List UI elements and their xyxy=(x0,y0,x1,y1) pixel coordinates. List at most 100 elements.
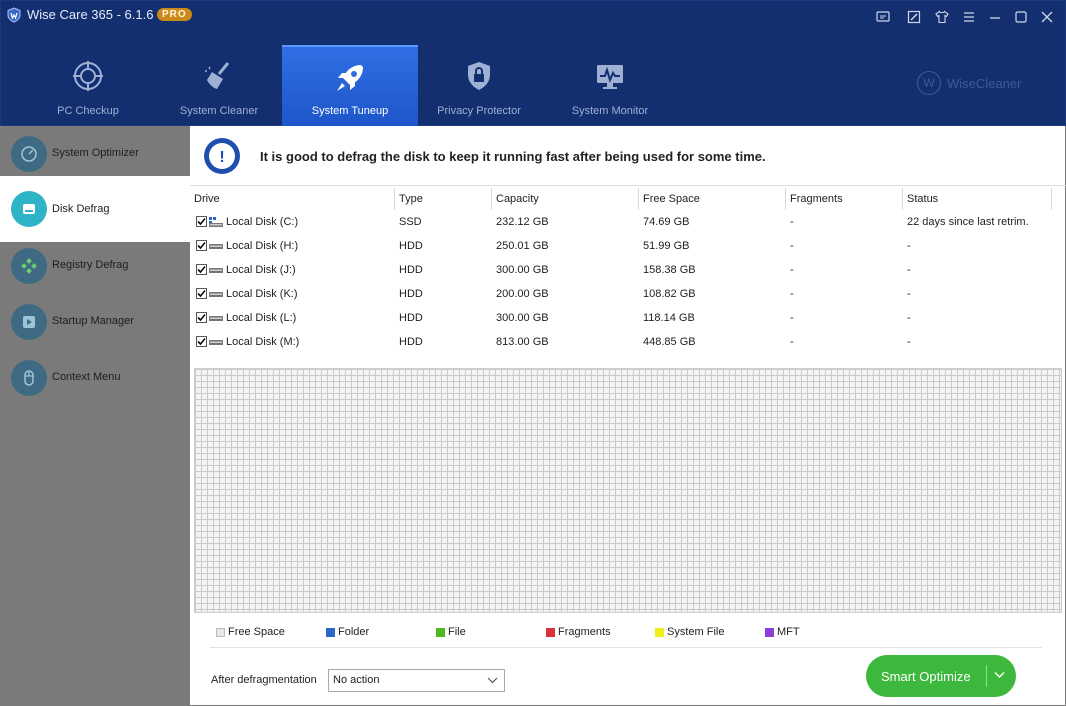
cell-free-space: 74.69 GB xyxy=(643,216,690,228)
legend-label: File xyxy=(448,626,466,638)
legend-label: Folder xyxy=(338,626,370,638)
wisecleaner-logo: W xyxy=(917,71,941,95)
drive-checkbox[interactable] xyxy=(196,240,207,251)
main-nav: PC Checkup System Cleaner System Tuneup … xyxy=(1,45,701,127)
legend-mft: MFT xyxy=(765,626,800,638)
sidebar-item-label: Startup Manager xyxy=(52,315,134,327)
close-icon[interactable] xyxy=(1039,9,1055,25)
cell-free-space: 51.99 GB xyxy=(643,240,690,252)
pro-badge: PRO xyxy=(157,8,192,21)
title-bar[interactable]: Wise Care 365 - 6.1.6 PRO xyxy=(1,1,1065,31)
cell-drive: Local Disk (L:) xyxy=(226,312,297,324)
cell-drive: Local Disk (J:) xyxy=(226,264,296,276)
cell-type: HDD xyxy=(399,336,423,348)
disk-icon xyxy=(209,340,223,345)
info-icon-mark: ! xyxy=(219,149,224,166)
legend-label: Fragments xyxy=(558,626,611,638)
tab-label: PC Checkup xyxy=(57,105,119,117)
disk-icon xyxy=(209,244,223,249)
after-defrag-label: After defragmentation xyxy=(211,674,317,686)
column-header-type[interactable]: Type xyxy=(395,188,492,210)
divider xyxy=(210,647,1042,648)
tab-label: System Tuneup xyxy=(311,105,389,117)
column-header-capacity[interactable]: Capacity xyxy=(492,188,639,210)
cell-fragments: - xyxy=(790,288,794,300)
info-message: It is good to defrag the disk to keep it… xyxy=(260,149,766,164)
table-row[interactable]: Local Disk (C:) SSD 232.12 GB 74.69 GB - 22 d… xyxy=(190,210,1056,234)
lock-shield-icon xyxy=(468,62,490,90)
drive-checkbox[interactable] xyxy=(196,264,207,275)
drive-checkbox[interactable] xyxy=(196,288,207,299)
tab-label: System Monitor xyxy=(571,105,649,117)
tab-system-monitor[interactable]: System Monitor xyxy=(542,45,678,127)
tab-label: System Cleaner xyxy=(179,105,259,117)
cell-fragments: - xyxy=(790,216,794,228)
cell-capacity: 250.01 GB xyxy=(496,240,549,252)
legend: Free Space Folder File Fragments System … xyxy=(216,626,1036,640)
tab-system-tuneup[interactable]: System Tuneup xyxy=(282,45,418,127)
cell-drive: Local Disk (K:) xyxy=(226,288,298,300)
legend-swatch xyxy=(436,627,445,637)
legend-file: File xyxy=(436,626,466,638)
drive-checkbox[interactable] xyxy=(196,312,207,323)
sidebar-item-label: Registry Defrag xyxy=(52,259,129,271)
button-divider xyxy=(986,665,987,687)
sidebar-item-context-menu[interactable]: Context Menu xyxy=(0,350,190,406)
tab-system-cleaner[interactable]: System Cleaner xyxy=(151,45,287,127)
sidebar-item-startup-manager[interactable]: Startup Manager xyxy=(0,294,190,350)
cell-free-space: 118.14 GB xyxy=(643,312,695,324)
cell-status: - xyxy=(907,312,911,324)
menu-icon[interactable] xyxy=(961,9,977,25)
drive-checkbox[interactable] xyxy=(196,336,207,347)
disk-icon xyxy=(209,268,223,273)
top-bar: Wise Care 365 - 6.1.6 PRO PC Checkup Sys… xyxy=(0,0,1066,127)
maximize-icon[interactable] xyxy=(1013,9,1029,25)
cell-free-space: 158.38 GB xyxy=(643,264,696,276)
speedometer-icon xyxy=(11,136,47,172)
table-row[interactable]: Local Disk (K:) HDD 200.00 GB 108.82 GB - - xyxy=(190,282,1056,306)
play-icon xyxy=(11,304,47,340)
after-defrag-select[interactable]: No action xyxy=(328,669,505,692)
cell-type: SSD xyxy=(399,216,422,228)
smart-optimize-button[interactable]: Smart Optimize xyxy=(866,655,1016,697)
sidebar-item-label: Disk Defrag xyxy=(52,203,110,215)
sidebar-item-disk-defrag[interactable]: Disk Defrag xyxy=(0,176,190,242)
table-row[interactable]: Local Disk (J:) HDD 300.00 GB 158.38 GB - - xyxy=(190,258,1056,282)
legend-swatch xyxy=(546,627,555,637)
legend-label: System File xyxy=(667,626,725,638)
chevron-down-icon[interactable] xyxy=(994,671,1005,679)
tab-privacy-protector[interactable]: Privacy Protector xyxy=(411,45,547,127)
app-logo-icon xyxy=(7,7,21,23)
skin-icon[interactable] xyxy=(906,9,922,25)
tab-pc-checkup[interactable]: PC Checkup xyxy=(20,45,156,127)
sidebar-item-registry-defrag[interactable]: Registry Defrag xyxy=(0,238,190,294)
column-header-status[interactable]: Status xyxy=(903,188,1052,210)
cell-fragments: - xyxy=(790,312,794,324)
table-row[interactable]: Local Disk (M:) HDD 813.00 GB 448.85 GB - - xyxy=(190,330,1056,354)
mouse-icon xyxy=(11,360,47,396)
cell-capacity: 232.12 GB xyxy=(496,216,549,228)
feedback-icon[interactable] xyxy=(875,9,891,25)
cell-fragments: - xyxy=(790,240,794,252)
rocket-icon xyxy=(337,65,363,91)
table-row[interactable]: Local Disk (H:) HDD 250.01 GB 51.99 GB - - xyxy=(190,234,1056,258)
cell-drive: Local Disk (M:) xyxy=(226,336,300,348)
legend-system-file: System File xyxy=(655,626,724,638)
shirt-icon[interactable] xyxy=(934,9,950,25)
column-header-fragments[interactable]: Fragments xyxy=(786,188,903,210)
table-row[interactable]: Local Disk (L:) HDD 300.00 GB 118.14 GB - - xyxy=(190,306,1056,330)
column-header-free-space[interactable]: Free Space xyxy=(639,188,786,210)
tab-label: Privacy Protector xyxy=(437,105,521,117)
legend-label: MFT xyxy=(777,626,800,638)
sidebar-item-system-optimizer[interactable]: System Optimizer xyxy=(0,126,190,182)
legend-swatch xyxy=(765,627,774,637)
windows-disk-icon xyxy=(209,217,223,227)
disk-icon xyxy=(209,292,223,297)
drive-checkbox[interactable] xyxy=(196,216,207,227)
cell-capacity: 200.00 GB xyxy=(496,288,549,300)
app-title: Wise Care 365 - 6.1.6 xyxy=(27,7,154,22)
registry-icon xyxy=(11,248,47,284)
column-header-drive[interactable]: Drive xyxy=(190,188,395,210)
smart-optimize-label: Smart Optimize xyxy=(881,669,971,684)
minimize-icon[interactable] xyxy=(987,9,1003,25)
